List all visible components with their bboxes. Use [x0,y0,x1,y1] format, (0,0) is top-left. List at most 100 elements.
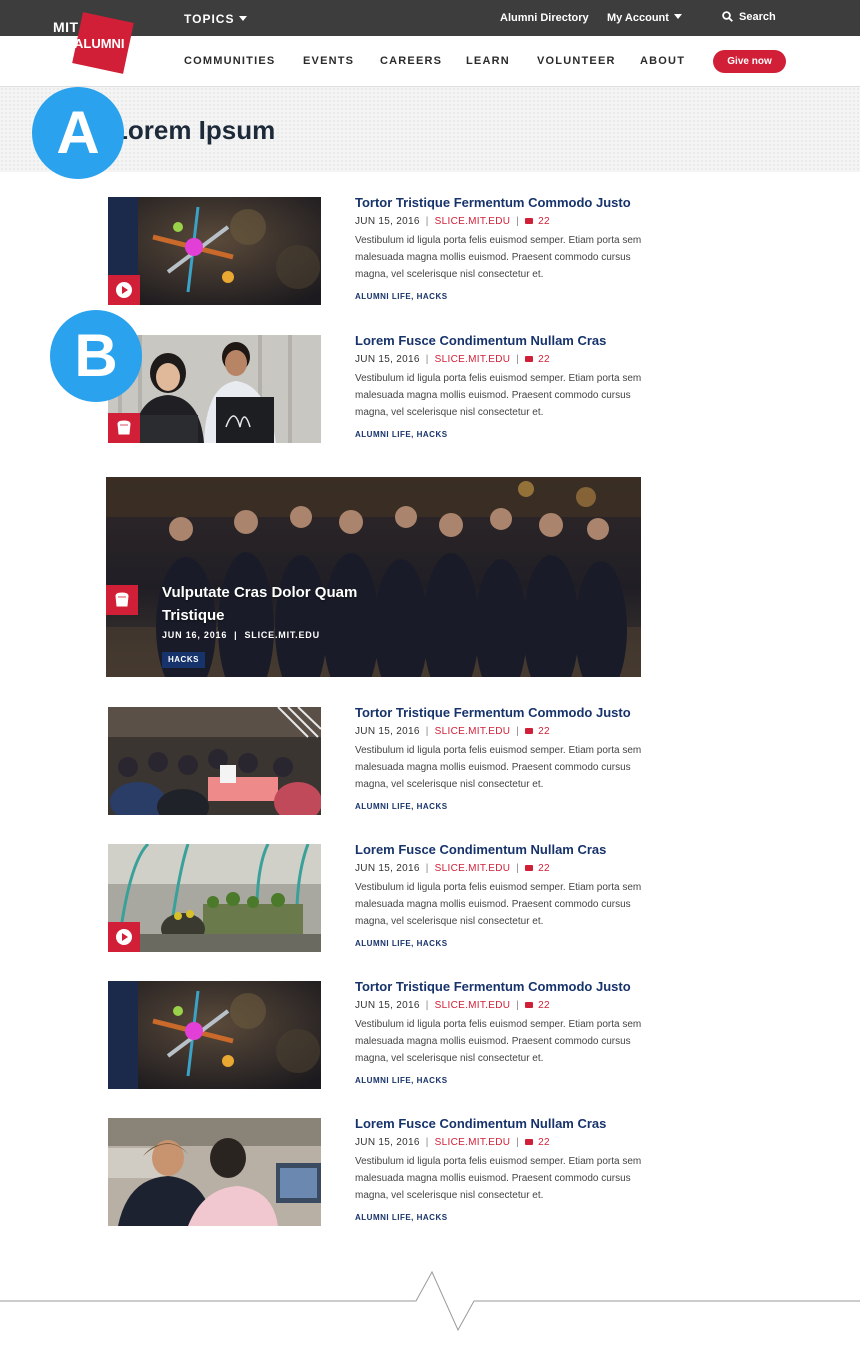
chevron-down-icon [239,16,248,21]
article-item[interactable]: Tortor Tristique Fermentum Commodo Justo… [108,979,668,1091]
page-header: Lorem Ipsum [0,87,860,172]
article-tags[interactable]: ALUMNI LIFE, HACKS [355,1076,655,1085]
article-source[interactable]: SLICE.MIT.EDU [435,726,511,737]
article-headline[interactable]: Tortor Tristique Fermentum Commodo Justo [355,195,655,210]
article-source[interactable]: SLICE.MIT.EDU [435,1000,511,1011]
article-date: JUN 15, 2016 [355,726,420,737]
photo-crowd-room [108,707,321,815]
article-thumbnail[interactable] [108,197,321,305]
article-info: Lorem Fusce Condimentum Nullam Cras JUN … [355,1116,655,1222]
comment-icon [525,728,534,734]
photo-drone [108,981,321,1089]
article-item[interactable]: Lorem Fusce Condimentum Nullam Cras JUN … [108,842,668,954]
meta-separator: | [425,1137,429,1148]
article-source[interactable]: SLICE.MIT.EDU [435,354,511,365]
comment-count[interactable]: 22 [538,354,550,365]
comment-count[interactable]: 22 [538,863,550,874]
nav-about[interactable]: ABOUT [640,55,685,67]
featured-date: JUN 16, 2016 [162,630,228,640]
featured-source[interactable]: SLICE.MIT.EDU [244,630,319,640]
article-excerpt: Vestibulum id ligula porta felis euismod… [355,373,642,418]
article-excerpt: Vestibulum id ligula porta felis euismod… [355,235,642,280]
meta-separator: | [516,354,520,365]
article-excerpt: Vestibulum id ligula porta felis euismod… [355,882,642,927]
media-type-badge [108,275,140,305]
search-button[interactable]: Search [722,11,776,23]
article-meta: JUN 15, 2016 | SLICE.MIT.EDU | 22 [355,1000,655,1011]
topics-menu[interactable]: TOPICS [184,12,248,26]
article-tags[interactable]: ALUMNI LIFE, HACKS [355,430,655,439]
article-info: Lorem Fusce Condimentum Nullam Cras JUN … [355,333,655,439]
article-thumbnail[interactable] [108,844,321,952]
article-excerpt: Vestibulum id ligula porta felis euismod… [355,745,642,790]
article-thumbnail[interactable] [108,981,321,1089]
article-tags[interactable]: ALUMNI LIFE, HACKS [355,802,655,811]
meta-separator: | [516,1137,520,1148]
article-headline[interactable]: Tortor Tristique Fermentum Commodo Justo [355,979,655,994]
article-tags[interactable]: ALUMNI LIFE, HACKS [355,1213,655,1222]
play-icon [116,282,132,298]
featured-tag[interactable]: HACKS [162,652,205,668]
article-item[interactable]: Lorem Fusce Condimentum Nullam Cras JUN … [108,1116,668,1228]
article-source[interactable]: SLICE.MIT.EDU [435,863,511,874]
article-meta: JUN 15, 2016 | SLICE.MIT.EDU | 22 [355,1137,655,1148]
article-tags[interactable]: ALUMNI LIFE, HACKS [355,292,655,301]
article-meta: JUN 15, 2016 | SLICE.MIT.EDU | 22 [355,216,655,227]
article-item[interactable]: Tortor Tristique Fermentum Commodo Justo… [108,195,668,307]
article-date: JUN 15, 2016 [355,863,420,874]
my-account-label: My Account [607,12,669,24]
nav-communities[interactable]: COMMUNITIES [184,55,275,67]
comment-count[interactable]: 22 [538,726,550,737]
comment-icon [525,1139,534,1145]
article-headline[interactable]: Lorem Fusce Condimentum Nullam Cras [355,333,655,348]
article-date: JUN 15, 2016 [355,216,420,227]
nav-volunteer[interactable]: VOLUNTEER [537,55,616,67]
comment-count[interactable]: 22 [538,1000,550,1011]
article-headline[interactable]: Lorem Fusce Condimentum Nullam Cras [355,842,655,857]
featured-headline[interactable]: Vulputate Cras Dolor Quam Tristique [162,581,382,627]
my-account-menu[interactable]: My Account [607,12,682,24]
nav-learn[interactable]: LEARN [466,55,510,67]
comment-count[interactable]: 22 [538,216,550,227]
give-now-button[interactable]: Give now [713,50,786,73]
article-item[interactable]: Lorem Fusce Condimentum Nullam Cras JUN … [108,333,668,445]
article-headline[interactable]: Tortor Tristique Fermentum Commodo Justo [355,705,655,720]
nav-careers[interactable]: CAREERS [380,55,442,67]
meta-separator: | [425,354,429,365]
comment-count[interactable]: 22 [538,1137,550,1148]
logo-alumni[interactable]: ALUMNI [74,36,125,51]
annotation-badge-a: A [32,87,124,179]
article-source[interactable]: SLICE.MIT.EDU [435,216,511,227]
article-date: JUN 15, 2016 [355,1137,420,1148]
alumni-directory-link[interactable]: Alumni Directory [500,12,589,24]
meta-separator: | [234,630,238,640]
photo-group [106,477,641,677]
meta-separator: | [425,1000,429,1011]
article-source[interactable]: SLICE.MIT.EDU [435,1137,511,1148]
article-info: Tortor Tristique Fermentum Commodo Justo… [355,195,655,301]
meta-separator: | [425,216,429,227]
article-thumbnail[interactable] [108,707,321,815]
article-date: JUN 15, 2016 [355,354,420,365]
search-icon [722,11,733,22]
article-item[interactable]: Tortor Tristique Fermentum Commodo Justo… [108,705,668,817]
photo-students-laptop [108,1118,321,1226]
article-headline[interactable]: Lorem Fusce Condimentum Nullam Cras [355,1116,655,1131]
media-type-badge [108,922,140,952]
slice-icon [115,592,129,607]
featured-article[interactable]: Vulputate Cras Dolor Quam Tristique JUN … [106,477,641,677]
article-tags[interactable]: ALUMNI LIFE, HACKS [355,939,655,948]
meta-separator: | [516,1000,520,1011]
article-date: JUN 15, 2016 [355,1000,420,1011]
article-excerpt: Vestibulum id ligula porta felis euismod… [355,1156,642,1201]
meta-separator: | [516,726,520,737]
footer-divider [0,1270,860,1332]
meta-separator: | [516,863,520,874]
play-icon [116,929,132,945]
logo-mit[interactable]: MIT [53,19,79,35]
article-thumbnail[interactable] [108,1118,321,1226]
meta-separator: | [425,726,429,737]
meta-separator: | [425,863,429,874]
nav-events[interactable]: EVENTS [303,55,354,67]
chevron-down-icon [673,14,682,19]
